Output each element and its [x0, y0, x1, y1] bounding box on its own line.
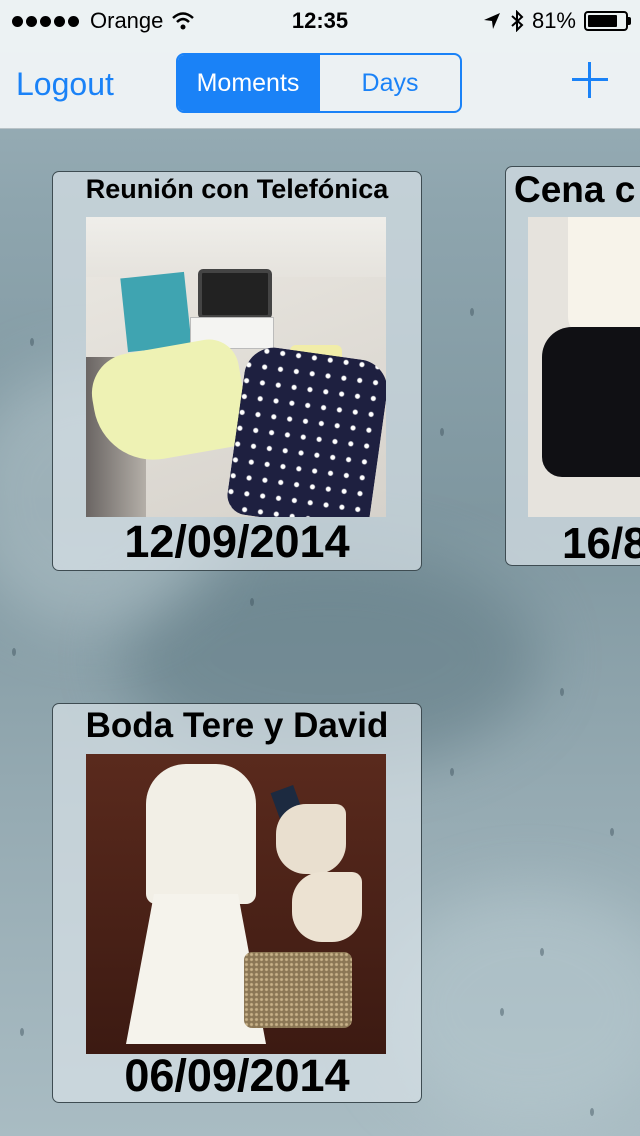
status-right: 81%: [474, 8, 631, 34]
moment-card[interactable]: Reunión con Telefónica 12/09/2014: [52, 171, 422, 571]
moment-card[interactable]: Cena c 16/8: [505, 166, 640, 566]
view-segmented-control: Moments Days: [176, 53, 462, 113]
plus-icon[interactable]: [572, 62, 608, 98]
status-bar: Orange 12:35 81%: [0, 0, 640, 40]
moment-date: 06/09/2014: [124, 1050, 350, 1101]
outfit-photo: [86, 754, 386, 1054]
moment-card[interactable]: Boda Tere y David 06/09/2014: [52, 703, 422, 1103]
moment-date: 12/09/2014: [124, 516, 350, 567]
segment-days[interactable]: Days: [318, 55, 460, 111]
battery-fill: [588, 15, 618, 27]
battery-icon: [584, 11, 631, 31]
outfit-photo: [86, 217, 386, 517]
logout-button[interactable]: Logout: [16, 66, 114, 103]
moment-title: Reunión con Telefónica: [85, 174, 389, 204]
top-bar: Orange 12:35 81% Logout Moments Days: [0, 0, 640, 129]
moment-date: 16/8: [562, 519, 640, 566]
outfit-photo: [528, 217, 640, 517]
navigation-bar: Logout Moments Days: [0, 40, 640, 128]
bluetooth-icon: [511, 10, 524, 32]
moment-title: Boda Tere y David: [85, 706, 389, 745]
segment-moments[interactable]: Moments: [178, 55, 318, 111]
location-arrow-icon: [483, 13, 500, 29]
battery-percent: 81%: [531, 8, 576, 33]
moment-title: Cena c: [514, 169, 636, 210]
